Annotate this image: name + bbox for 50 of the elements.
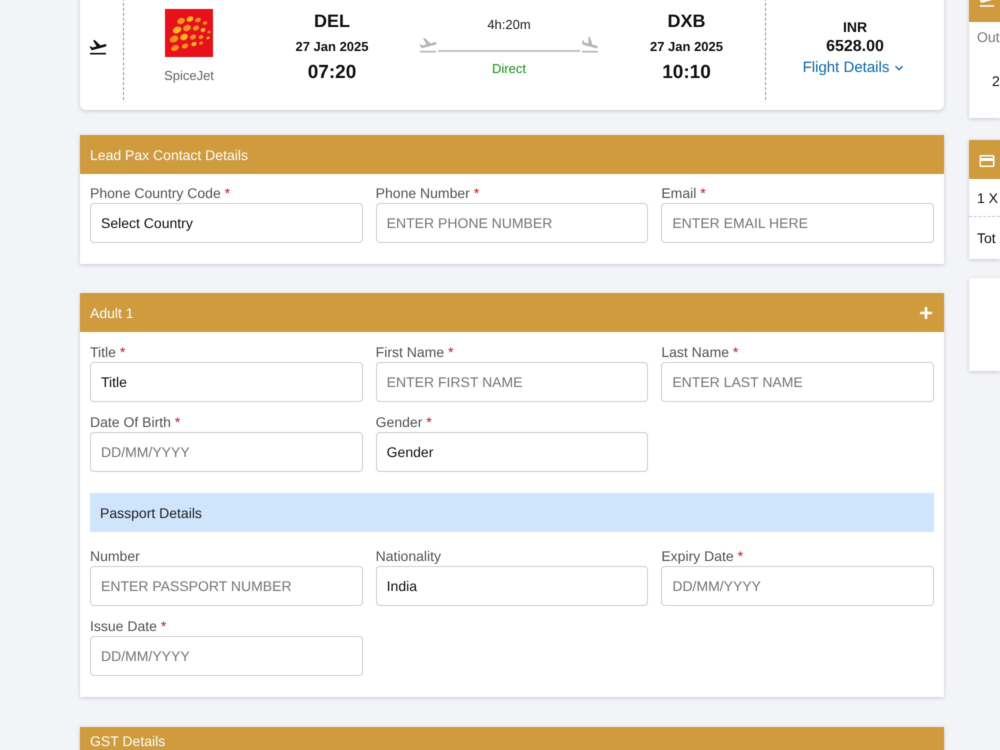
flight-details-link[interactable]: Flight Details xyxy=(802,59,908,77)
summary-text: 2 xyxy=(991,73,1000,89)
airline-name: SpiceJet xyxy=(164,68,214,84)
field-label: Phone Number * xyxy=(376,185,480,201)
select-field[interactable]: Gender xyxy=(376,432,648,472)
field-label: First Name * xyxy=(376,344,454,360)
field-label: Phone Country Code * xyxy=(90,185,232,201)
summary-text: 1 X xyxy=(976,190,998,206)
passport-band: Passport Details xyxy=(90,493,934,532)
input-field[interactable]: ENTER PASSPORT NUMBER xyxy=(90,566,363,606)
field-label: Nationality xyxy=(376,548,442,564)
input-field[interactable]: DD/MM/YYYY xyxy=(661,566,934,606)
section-title: GST Details xyxy=(90,733,166,749)
arrival-date: 27 Jan 2025 xyxy=(650,38,723,56)
section-title: Adult 1 xyxy=(90,304,134,320)
summary-text: Out xyxy=(976,29,1000,45)
field-label: Email * xyxy=(661,185,707,201)
input-field[interactable]: ENTER EMAIL HERE xyxy=(661,203,934,243)
airline-logo-icon xyxy=(165,9,213,57)
field-label: Title * xyxy=(90,344,126,360)
input-field[interactable]: DD/MM/YYYY xyxy=(90,432,363,472)
credit-card-icon xyxy=(978,152,996,170)
field-label: Issue Date * xyxy=(90,618,168,634)
select-field[interactable]: Select Country xyxy=(90,203,363,243)
landing-icon xyxy=(580,35,600,55)
field-label: Last Name * xyxy=(661,344,740,360)
field-label: Expiry Date * xyxy=(661,548,744,564)
takeoff-icon xyxy=(418,35,438,55)
field-label: Number xyxy=(90,548,141,564)
stops-text: Direct xyxy=(492,61,526,77)
select-field[interactable]: Title xyxy=(90,362,363,402)
flight-duration: 4h:20m xyxy=(487,17,531,33)
airport-code: DXB xyxy=(667,10,706,32)
summary-text: Tot xyxy=(976,230,996,246)
field-label: Gender * xyxy=(376,414,433,430)
input-field[interactable]: ENTER PHONE NUMBER xyxy=(376,203,648,243)
section-title: Lead Pax Contact Details xyxy=(90,146,248,162)
takeoff-icon xyxy=(88,37,108,57)
fare-price: 6528.00 xyxy=(826,38,884,56)
select-field[interactable]: India xyxy=(376,566,648,606)
arrival-time: 10:10 xyxy=(662,61,711,85)
currency: INR xyxy=(842,19,868,35)
departure-time: 07:20 xyxy=(308,61,356,85)
field-label: Date Of Birth * xyxy=(90,414,182,430)
input-field[interactable]: ENTER LAST NAME xyxy=(661,362,934,402)
input-field[interactable]: DD/MM/YYYY xyxy=(90,636,363,676)
departure-date: 27 Jan 2025 xyxy=(295,38,368,56)
input-field[interactable]: ENTER FIRST NAME xyxy=(376,362,648,402)
airport-code: DEL xyxy=(314,10,350,32)
plus-icon xyxy=(918,304,934,320)
